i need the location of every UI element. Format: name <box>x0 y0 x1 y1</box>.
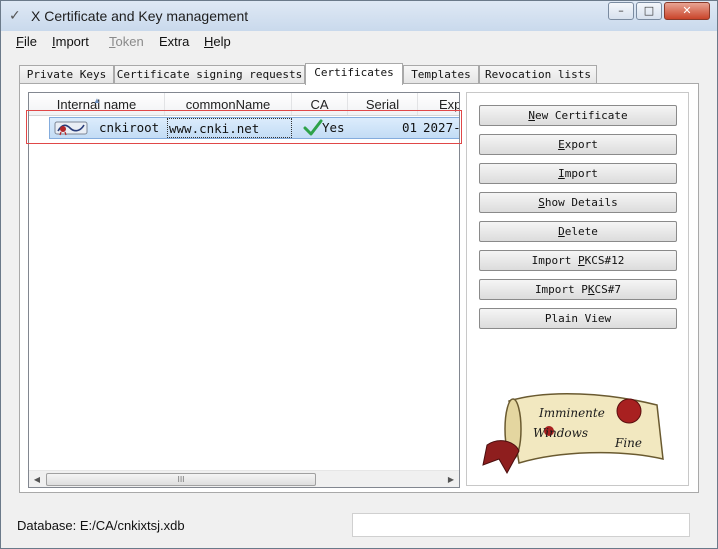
logo-line1: Imminente <box>538 406 605 420</box>
column-internal-name[interactable]: ▲ Internal name <box>29 93 165 115</box>
show-details-button[interactable]: Show Details <box>479 192 677 213</box>
minimize-button[interactable]: – <box>608 2 634 20</box>
column-common-name[interactable]: commonName <box>165 93 292 115</box>
menu-import[interactable]: Import <box>52 34 89 49</box>
cell-common-name: www.cnki.net <box>167 118 292 138</box>
menu-help[interactable]: Help <box>204 34 231 49</box>
scroll-left-icon[interactable]: ◀ <box>30 473 44 486</box>
delete-button[interactable]: Delete <box>479 221 677 242</box>
table-row[interactable]: cnkiroot www.cnki.net Yes 01 2027- <box>49 117 460 139</box>
main-window: ✓ X Certificate and Key management – □ ✕… <box>0 0 718 549</box>
tab-certificate-signing-requests[interactable]: Certificate signing requests <box>114 65 305 84</box>
title-bar: ✓ X Certificate and Key management – □ ✕ <box>1 1 717 31</box>
status-field <box>352 513 690 537</box>
certificate-list[interactable]: ▲ Internal name commonName CA Serial Exp… <box>28 92 460 488</box>
cell-ca: Yes <box>322 120 345 135</box>
export-button[interactable]: Export <box>479 134 677 155</box>
import-pkcs12-button[interactable]: Import PKCS#12 <box>479 250 677 271</box>
sort-arrow-icon: ▲ <box>93 96 101 105</box>
cell-serial: 01 <box>402 120 418 135</box>
logo-line2: Windows <box>533 426 588 440</box>
tab-private-keys[interactable]: Private Keys <box>19 65 114 84</box>
horizontal-scrollbar[interactable]: ◀ III ▶ <box>29 470 459 487</box>
window-title: X Certificate and Key management <box>31 8 249 24</box>
table-header: ▲ Internal name commonName CA Serial Exp <box>29 93 459 116</box>
certificate-icon <box>54 120 88 136</box>
status-database-path: Database: E:/CA/cnkixtsj.xdb <box>17 518 185 533</box>
app-icon: ✓ <box>9 8 21 24</box>
menu-file[interactable]: File <box>16 34 37 49</box>
logo-line3: Fine <box>614 436 642 450</box>
new-certificate-button[interactable]: New Certificate <box>479 105 677 126</box>
scroll-logo: Imminente Windows Fine <box>479 389 679 477</box>
cell-expiry: 2027- <box>423 120 460 135</box>
column-ca[interactable]: CA <box>292 93 348 115</box>
check-icon <box>303 119 323 137</box>
menu-bar: File Import Token Extra Help <box>1 31 717 53</box>
scroll-right-icon[interactable]: ▶ <box>444 473 458 486</box>
menu-extra[interactable]: Extra <box>159 34 189 49</box>
maximize-button[interactable]: □ <box>636 2 662 20</box>
plain-view-button[interactable]: Plain View <box>479 308 677 329</box>
scroll-thumb[interactable]: III <box>46 473 316 486</box>
tab-revocation-lists[interactable]: Revocation lists <box>479 65 597 84</box>
import-pkcs7-button[interactable]: Import PKCS#7 <box>479 279 677 300</box>
close-button[interactable]: ✕ <box>664 2 710 20</box>
column-expiry[interactable]: Exp <box>418 93 459 115</box>
menu-token[interactable]: Token <box>109 34 144 49</box>
tab-certificates[interactable]: Certificates <box>305 63 403 85</box>
column-serial[interactable]: Serial <box>348 93 418 115</box>
actions-panel: New Certificate Export Import Show Detai… <box>466 92 689 486</box>
import-button[interactable]: Import <box>479 163 677 184</box>
tab-templates[interactable]: Templates <box>403 65 479 84</box>
